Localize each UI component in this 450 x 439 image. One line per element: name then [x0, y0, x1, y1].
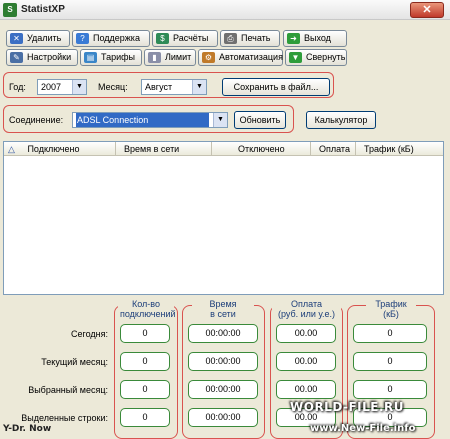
refresh-button[interactable]: Обновить	[234, 111, 286, 129]
sessions-table[interactable]: △ Подключено Время в сети Отключено Опла…	[3, 141, 444, 295]
payment-selected-month-value: 00.00	[276, 380, 336, 399]
close-button[interactable]: ✕	[410, 2, 444, 18]
exit-label: Выход	[304, 33, 331, 43]
delete-button[interactable]: ✕ Удалить	[6, 30, 70, 47]
save-to-file-button[interactable]: Сохранить в файл...	[222, 78, 330, 96]
settings-icon: ✎	[10, 52, 23, 63]
support-label: Поддержка	[93, 33, 140, 43]
calculator-button[interactable]: Калькулятор	[306, 111, 376, 129]
calculations-icon: $	[156, 33, 169, 44]
traffic-today-value: 0	[353, 324, 427, 343]
support-icon: ?	[76, 33, 89, 44]
table-header: △ Подключено Время в сети Отключено Опла…	[4, 142, 443, 156]
settings-button[interactable]: ✎ Настройки	[6, 49, 78, 66]
delete-icon: ✕	[10, 33, 23, 44]
month-label: Месяц:	[98, 82, 128, 92]
column-online-time[interactable]: Время в сети	[116, 142, 212, 156]
chevron-down-icon[interactable]: ▼	[213, 113, 227, 127]
limit-label: Лимит	[165, 52, 192, 62]
print-button[interactable]: ⎙ Печать	[220, 30, 280, 47]
automation-icon: ⚙	[202, 52, 215, 63]
limit-icon: ▮	[148, 52, 161, 63]
column-traffic[interactable]: Трафик (кБ)	[356, 142, 443, 156]
statistics-panel: Сегодня: Текущий месяц: Выбранный месяц:…	[0, 296, 450, 439]
sort-ascending-icon: △	[8, 144, 15, 154]
app-window: S StatistXP ✕ ✕ Удалить ? Поддержка $ Ра…	[0, 0, 450, 439]
month-value: Август	[145, 82, 173, 92]
connections-current-month-value: 0	[120, 352, 170, 371]
title-bar[interactable]: S StatistXP ✕	[0, 0, 450, 20]
chevron-down-icon[interactable]: ▼	[192, 80, 206, 94]
automation-label: Автоматизация	[219, 52, 283, 62]
exit-icon: ➜	[287, 33, 300, 44]
calculations-button[interactable]: $ Расчёты	[152, 30, 218, 47]
author-watermark: Y-Dr. Now	[3, 424, 52, 434]
month-select[interactable]: Август ▼	[141, 79, 207, 95]
connections-selected-month-value: 0	[120, 380, 170, 399]
traffic-selected-month-value: 0	[353, 380, 427, 399]
row-label-selected-rows: Выделенные строки:	[21, 413, 108, 423]
site-watermark: WORLD-FILE.RU	[290, 400, 405, 414]
printer-icon: ⎙	[224, 33, 237, 44]
chevron-down-icon[interactable]: ▼	[72, 80, 86, 94]
column-payment[interactable]: Оплата	[311, 142, 356, 156]
settings-label: Настройки	[27, 52, 72, 62]
app-icon: S	[3, 3, 17, 17]
year-select[interactable]: 2007 ▼	[37, 79, 87, 95]
payment-today-value: 00.00	[276, 324, 336, 343]
column-label: Отключено	[238, 144, 285, 154]
print-label: Печать	[241, 33, 271, 43]
time-selected-rows-value: 00:00:00	[188, 408, 258, 427]
column-label: Оплата	[319, 144, 350, 154]
row-label-current-month: Текущий месяц:	[41, 357, 108, 367]
minimize-label: Свернуть	[306, 52, 346, 62]
payment-current-month-value: 00.00	[276, 352, 336, 371]
online-time-title: Время в сети	[192, 299, 254, 319]
minimize-button[interactable]: ▼ Свернуть	[285, 49, 347, 66]
connections-today-value: 0	[120, 324, 170, 343]
year-label: Год:	[9, 82, 26, 92]
column-label: Подключено	[27, 144, 80, 154]
delete-label: Удалить	[27, 33, 62, 43]
year-value: 2007	[41, 82, 62, 92]
minimize-icon: ▼	[289, 52, 302, 63]
connections-selected-rows-value: 0	[120, 408, 170, 427]
column-disconnected[interactable]: Отключено	[212, 142, 311, 156]
payment-title: Оплата (руб. или у.е.)	[272, 299, 341, 319]
column-label: Время в сети	[124, 144, 180, 154]
time-today-value: 00:00:00	[188, 324, 258, 343]
tariffs-icon: ▤	[84, 52, 97, 63]
traffic-title: Трафик (кБ)	[366, 299, 416, 319]
tariffs-button[interactable]: ▤ Тарифы	[80, 49, 142, 66]
traffic-current-month-value: 0	[353, 352, 427, 371]
tariffs-label: Тарифы	[101, 52, 136, 62]
connection-value: ADSL Connection	[76, 113, 209, 127]
connections-count-title: Кол-во подключений	[118, 299, 176, 319]
time-selected-month-value: 00:00:00	[188, 380, 258, 399]
support-button[interactable]: ? Поддержка	[72, 30, 150, 47]
automation-button[interactable]: ⚙ Автоматизация	[198, 49, 283, 66]
exit-button[interactable]: ➜ Выход	[283, 30, 347, 47]
calculations-label: Расчёты	[173, 33, 209, 43]
connection-label: Соединение:	[9, 115, 64, 125]
limit-button[interactable]: ▮ Лимит	[144, 49, 196, 66]
site2-watermark: www.New-File.info	[310, 423, 416, 434]
row-label-selected-month: Выбранный месяц:	[28, 385, 108, 395]
column-label: Трафик (кБ)	[364, 144, 414, 154]
connection-select[interactable]: ADSL Connection ▼	[72, 112, 228, 128]
window-title: StatistXP	[21, 4, 65, 15]
row-label-today: Сегодня:	[71, 329, 108, 339]
time-current-month-value: 00:00:00	[188, 352, 258, 371]
column-connected[interactable]: △ Подключено	[4, 142, 116, 156]
